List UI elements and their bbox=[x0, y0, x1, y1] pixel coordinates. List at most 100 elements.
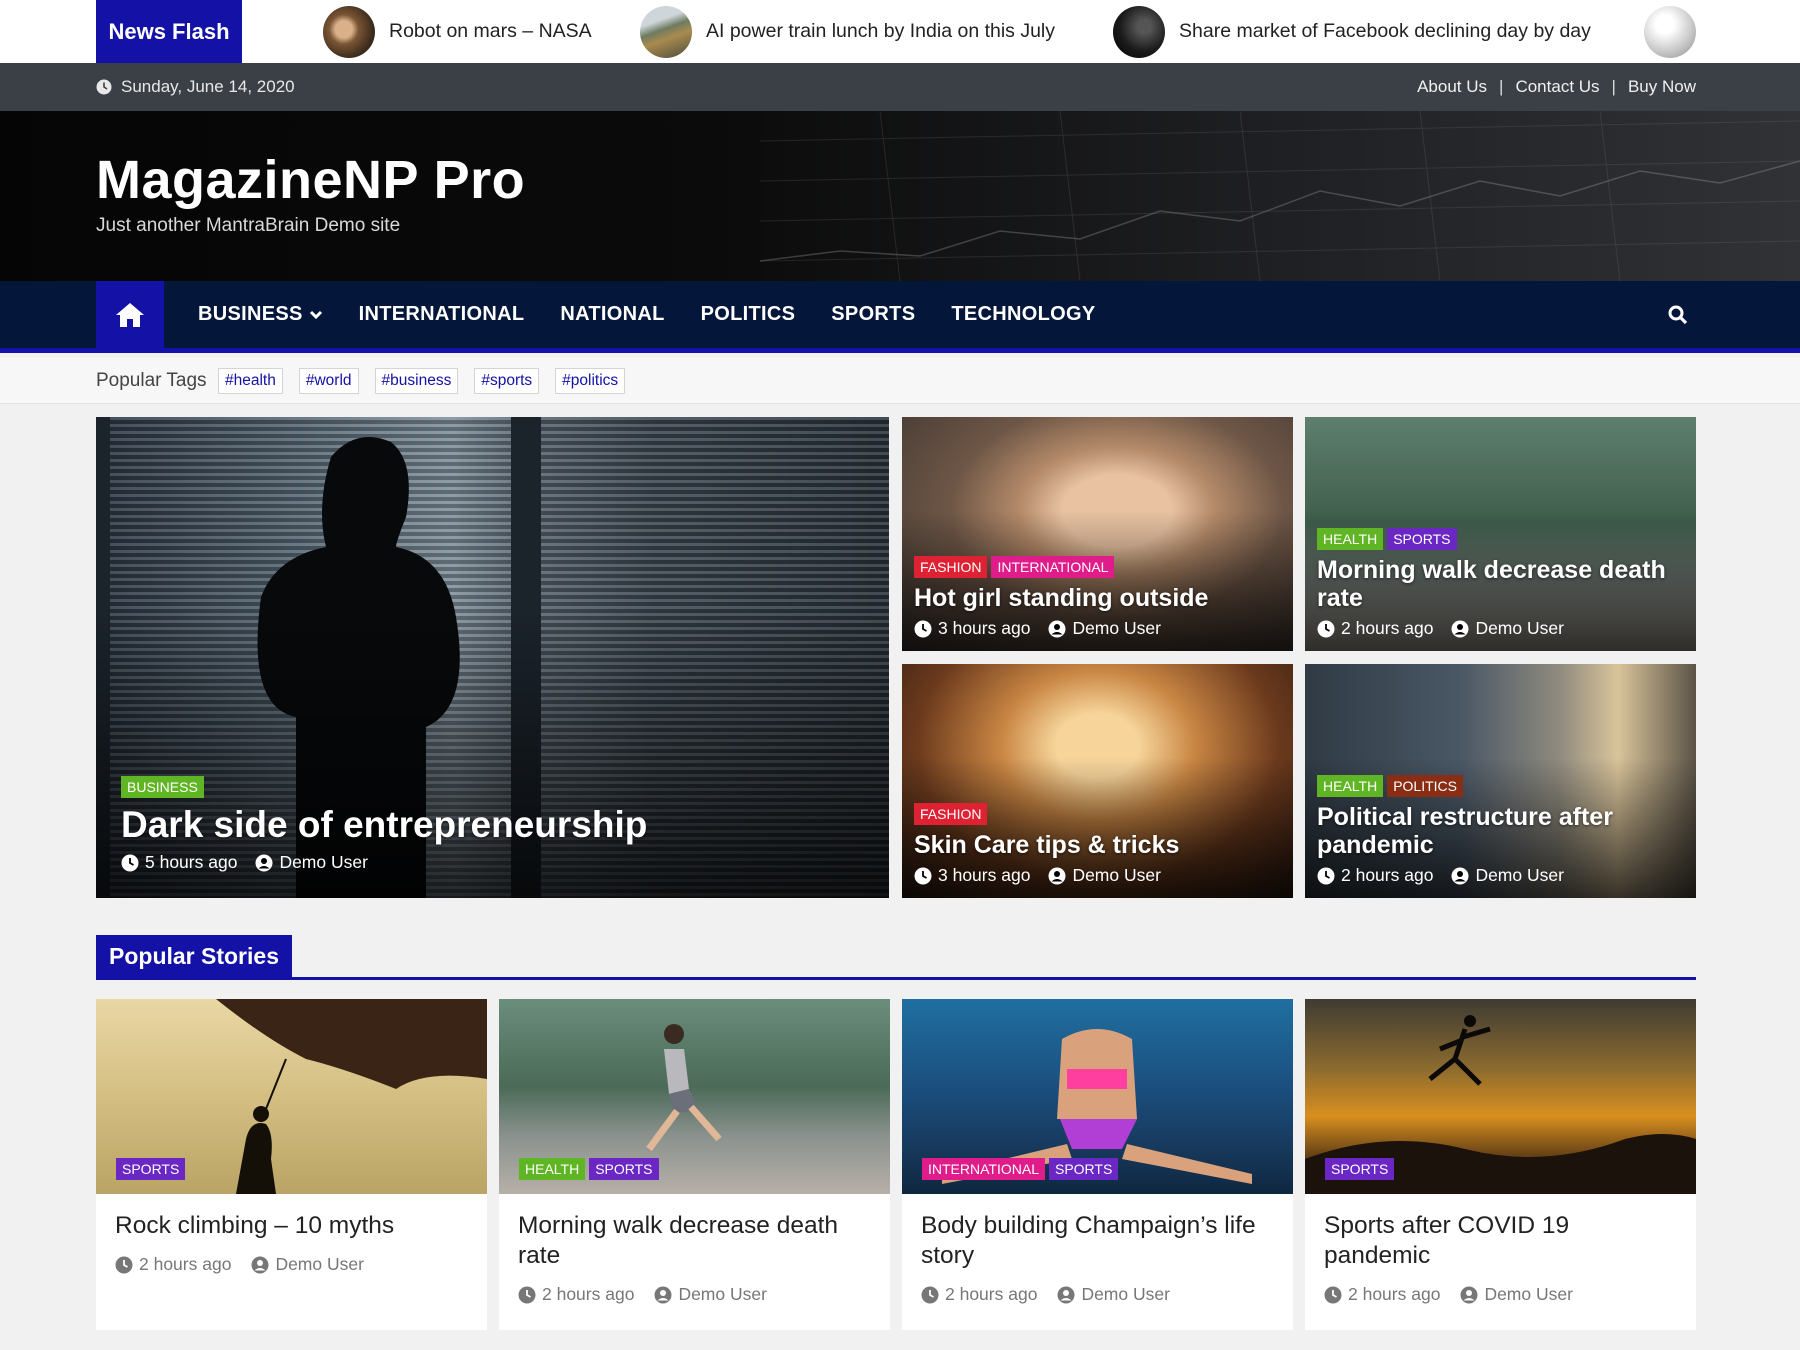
post-meta: 5 hours ago Demo User bbox=[121, 852, 877, 873]
link-separator: | bbox=[1499, 77, 1504, 96]
category-sports[interactable]: SPORTS bbox=[589, 1158, 659, 1180]
nav-item-international[interactable]: INTERNATIONAL bbox=[359, 303, 525, 326]
stock-thumb[interactable] bbox=[1113, 5, 1165, 58]
story-card[interactable]: HEALTH SPORTS Morning walk decrease deat… bbox=[499, 999, 890, 1330]
flash-item[interactable]: AI power train lunch by India on this Ju… bbox=[640, 0, 1055, 63]
category-international[interactable]: INTERNATIONAL bbox=[922, 1158, 1045, 1180]
category-fashion[interactable]: FASHION bbox=[914, 556, 988, 578]
post-author[interactable]: Demo User bbox=[1451, 618, 1564, 639]
category-fashion[interactable]: FASHION bbox=[914, 803, 988, 825]
post-author[interactable]: Demo User bbox=[1048, 865, 1161, 886]
story-title[interactable]: Morning walk decrease death rate bbox=[518, 1211, 876, 1271]
mars-rover-thumb[interactable] bbox=[323, 5, 375, 58]
story-author-name[interactable]: Demo User bbox=[1484, 1284, 1573, 1305]
category-sports[interactable]: SPORTS bbox=[1387, 528, 1457, 550]
user-icon bbox=[1460, 1286, 1478, 1303]
site-title[interactable]: MagazineNP Pro bbox=[96, 149, 525, 211]
story-meta: 2 hours ago Demo User bbox=[921, 1284, 1190, 1305]
post-title[interactable]: Skin Care tips & tricks bbox=[914, 831, 1281, 859]
featured-post-main[interactable]: BUSINESS Dark side of entrepreneurship 5… bbox=[96, 417, 889, 898]
tag-health[interactable]: #health bbox=[218, 368, 283, 394]
story-meta: 2 hours ago Demo User bbox=[518, 1284, 787, 1305]
home-button[interactable] bbox=[96, 281, 164, 348]
post-author-name[interactable]: Demo User bbox=[1475, 865, 1564, 886]
category-list: SPORTS bbox=[1325, 1158, 1395, 1180]
story-image[interactable]: SPORTS bbox=[96, 999, 487, 1194]
nav-item-politics[interactable]: POLITICS bbox=[701, 303, 796, 326]
post-author-name[interactable]: Demo User bbox=[1072, 865, 1161, 886]
featured-post[interactable]: HEALTH POLITICS Political restructure af… bbox=[1305, 664, 1696, 898]
post-author[interactable]: Demo User bbox=[1451, 865, 1564, 886]
clock-icon bbox=[518, 1286, 536, 1303]
post-time-text: 3 hours ago bbox=[938, 865, 1031, 885]
story-author[interactable]: Demo User bbox=[1460, 1284, 1573, 1305]
story-author[interactable]: Demo User bbox=[1057, 1284, 1170, 1305]
story-author[interactable]: Demo User bbox=[654, 1284, 767, 1305]
flash-item[interactable] bbox=[1644, 0, 1710, 63]
category-sports[interactable]: SPORTS bbox=[116, 1158, 186, 1180]
nav-item-sports[interactable]: SPORTS bbox=[831, 303, 915, 326]
contact-us-link[interactable]: Contact Us bbox=[1515, 77, 1599, 97]
story-author-name[interactable]: Demo User bbox=[1081, 1284, 1170, 1305]
story-meta: 2 hours ago Demo User bbox=[115, 1254, 384, 1275]
train-thumb[interactable] bbox=[640, 5, 692, 58]
buy-now-link[interactable]: Buy Now bbox=[1628, 77, 1696, 97]
user-icon bbox=[251, 1256, 269, 1273]
category-international[interactable]: INTERNATIONAL bbox=[991, 556, 1115, 578]
about-us-link[interactable]: About Us bbox=[1417, 77, 1487, 97]
story-time: 2 hours ago bbox=[518, 1284, 634, 1305]
site-description: Just another MantraBrain Demo site bbox=[96, 215, 401, 236]
category-health[interactable]: HEALTH bbox=[1317, 528, 1384, 550]
story-title[interactable]: Body building Champaign’s life story bbox=[921, 1211, 1279, 1271]
user-icon bbox=[1451, 867, 1469, 884]
popular-tags-bar: Popular Tags #health #world #business #s… bbox=[0, 358, 1800, 404]
story-author-name[interactable]: Demo User bbox=[275, 1254, 364, 1275]
story-image[interactable]: SPORTS bbox=[1305, 999, 1696, 1194]
user-icon bbox=[255, 854, 273, 871]
category-politics[interactable]: POLITICS bbox=[1387, 775, 1463, 797]
post-content: HEALTH POLITICS Political restructure af… bbox=[1317, 775, 1684, 886]
post-author-name[interactable]: Demo User bbox=[1475, 618, 1564, 639]
story-card[interactable]: INTERNATIONAL SPORTS Body building Champ… bbox=[902, 999, 1293, 1330]
post-title[interactable]: Morning walk decrease death rate bbox=[1317, 556, 1684, 612]
post-author-name[interactable]: Demo User bbox=[279, 852, 368, 873]
tag-sports[interactable]: #sports bbox=[474, 368, 540, 394]
tag-business[interactable]: #business bbox=[374, 368, 459, 394]
story-image[interactable]: INTERNATIONAL SPORTS bbox=[902, 999, 1293, 1194]
post-author[interactable]: Demo User bbox=[255, 852, 368, 873]
flash-item-title[interactable]: Robot on mars – NASA bbox=[389, 20, 592, 43]
featured-post[interactable]: FASHION INTERNATIONAL Hot girl standing … bbox=[902, 417, 1293, 651]
nav-item-business[interactable]: BUSINESS bbox=[198, 303, 323, 326]
story-title[interactable]: Rock climbing – 10 myths bbox=[115, 1211, 473, 1241]
category-sports[interactable]: SPORTS bbox=[1048, 1158, 1119, 1180]
category-health[interactable]: HEALTH bbox=[1317, 775, 1384, 797]
post-title[interactable]: Political restructure after pandemic bbox=[1317, 803, 1684, 859]
ball-thumb[interactable] bbox=[1644, 5, 1696, 58]
post-author[interactable]: Demo User bbox=[1048, 618, 1161, 639]
featured-post[interactable]: FASHION Skin Care tips & tricks 3 hours … bbox=[902, 664, 1293, 898]
featured-post[interactable]: HEALTH SPORTS Morning walk decrease deat… bbox=[1305, 417, 1696, 651]
story-card[interactable]: SPORTS Sports after COVID 19 pandemic 2 … bbox=[1305, 999, 1696, 1330]
tag-world[interactable]: #world bbox=[298, 368, 359, 394]
post-author-name[interactable]: Demo User bbox=[1072, 618, 1161, 639]
category-health[interactable]: HEALTH bbox=[519, 1158, 586, 1180]
flash-item[interactable]: Share market of Facebook declining day b… bbox=[1113, 0, 1591, 63]
search-button[interactable] bbox=[1660, 281, 1696, 348]
category-sports[interactable]: SPORTS bbox=[1325, 1158, 1395, 1180]
flash-item-title[interactable]: Share market of Facebook declining day b… bbox=[1179, 20, 1591, 43]
story-author-name[interactable]: Demo User bbox=[678, 1284, 767, 1305]
story-meta: 2 hours ago Demo User bbox=[1324, 1284, 1593, 1305]
story-card[interactable]: SPORTS Rock climbing – 10 myths 2 hours … bbox=[96, 999, 487, 1330]
post-title[interactable]: Dark side of entrepreneurship bbox=[121, 804, 877, 846]
story-image[interactable]: HEALTH SPORTS bbox=[499, 999, 890, 1194]
post-title[interactable]: Hot girl standing outside bbox=[914, 584, 1281, 612]
category-business[interactable]: BUSINESS bbox=[121, 776, 204, 798]
nav-item-national[interactable]: NATIONAL bbox=[560, 303, 664, 326]
flash-item[interactable]: Robot on mars – NASA bbox=[323, 0, 592, 63]
tag-politics[interactable]: #politics bbox=[555, 368, 626, 394]
nav-menu: BUSINESS INTERNATIONAL NATIONAL POLITICS… bbox=[180, 281, 1113, 348]
nav-item-technology[interactable]: TECHNOLOGY bbox=[951, 303, 1095, 326]
story-author[interactable]: Demo User bbox=[251, 1254, 364, 1275]
flash-item-title[interactable]: AI power train lunch by India on this Ju… bbox=[706, 20, 1055, 43]
story-title[interactable]: Sports after COVID 19 pandemic bbox=[1324, 1211, 1682, 1271]
